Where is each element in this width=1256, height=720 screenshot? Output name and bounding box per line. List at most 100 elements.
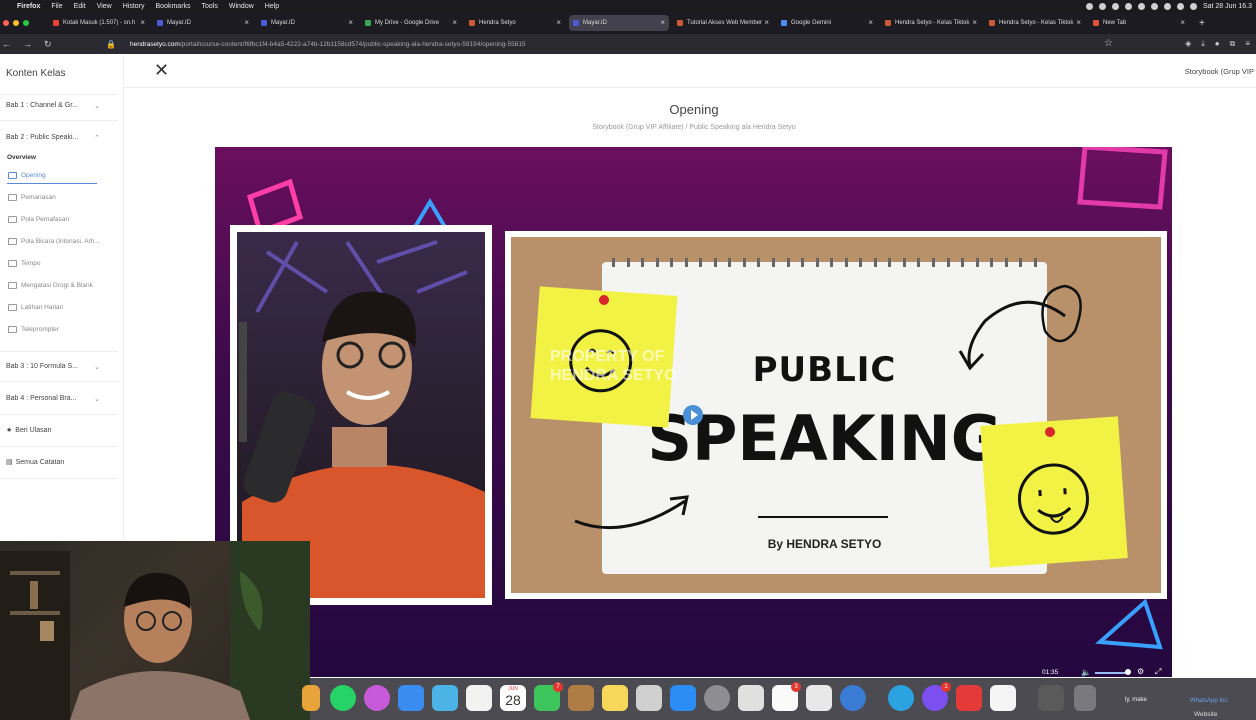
telegram-app-icon[interactable]: [888, 685, 914, 711]
close-tab-icon[interactable]: ×: [764, 18, 769, 27]
close-tab-icon[interactable]: ×: [244, 18, 249, 27]
browser-tab[interactable]: My Drive - Google Drive ×: [361, 15, 461, 31]
chapter-2[interactable]: Bab 2 : Public Speaki... ⌃: [6, 134, 110, 142]
facetime-app-icon[interactable]: 7: [534, 682, 563, 711]
chapter-3[interactable]: Bab 3 : 10 Formula S... ⌄: [6, 363, 110, 371]
lesson-pola-bicara[interactable]: Pola Bicara (Intonasi, Arti...: [8, 238, 99, 245]
chrome-app-icon[interactable]: [302, 685, 320, 711]
reminders-app-icon[interactable]: 3: [772, 682, 801, 711]
reload-icon[interactable]: ↻: [44, 39, 52, 50]
chat-icon[interactable]: [1137, 2, 1145, 10]
settings-gear-icon[interactable]: ⚙: [1137, 667, 1144, 676]
lesson-pola-pernafasan[interactable]: Pola Pernafasan: [8, 216, 69, 223]
cloud-icon[interactable]: [1098, 2, 1106, 10]
close-window-icon[interactable]: [3, 20, 9, 26]
extensions-icon[interactable]: ⧉: [1230, 39, 1236, 49]
overview-link[interactable]: Overview: [7, 154, 36, 161]
close-tab-icon[interactable]: ×: [556, 18, 561, 27]
volume-knob[interactable]: [1125, 669, 1131, 675]
lesson-opening[interactable]: Opening: [8, 172, 46, 179]
play-button[interactable]: [683, 405, 703, 425]
globe-app-icon[interactable]: [840, 685, 866, 711]
fullscreen-icon[interactable]: ⤢: [1155, 667, 1161, 677]
close-tab-icon[interactable]: ×: [868, 18, 873, 27]
maps-app-icon[interactable]: [432, 685, 458, 711]
close-tab-icon[interactable]: ×: [348, 18, 353, 27]
menu-help[interactable]: Help: [265, 3, 279, 10]
close-tab-icon[interactable]: ×: [1180, 18, 1185, 27]
contacts-app-icon[interactable]: [568, 685, 594, 711]
browser-tab[interactable]: Hendra Setyo ×: [465, 15, 565, 31]
battery-icon[interactable]: [1150, 2, 1158, 10]
menu-firefox[interactable]: Firefox: [17, 3, 40, 10]
menu-bookmarks[interactable]: Bookmarks: [156, 3, 191, 10]
phone-mirror-app-icon[interactable]: [738, 685, 764, 711]
volume-slider[interactable]: [1095, 672, 1129, 674]
whatsapp-app-icon[interactable]: [330, 685, 356, 711]
browser-tab[interactable]: New Tab ×: [1089, 15, 1189, 31]
forward-arrow-icon[interactable]: →: [23, 39, 32, 50]
app-store-icon[interactable]: [670, 685, 696, 711]
trash-icon[interactable]: [1074, 685, 1096, 711]
shield-icon[interactable]: [1111, 2, 1119, 10]
browser-tab[interactable]: Google Gemini ×: [777, 15, 877, 31]
browser-tab[interactable]: Mayar.ID ×: [257, 15, 357, 31]
menu-tools[interactable]: Tools: [202, 3, 218, 10]
video-player[interactable]: PUBLIC SPEAKING By HENDRA SETYO PROPERTY…: [215, 147, 1172, 677]
notification-link[interactable]: Website: [1194, 711, 1217, 718]
browser-tab[interactable]: Mayar.ID ×: [569, 15, 669, 31]
calculator-app-icon[interactable]: [636, 685, 662, 711]
menu-history[interactable]: History: [123, 3, 145, 10]
close-tab-icon[interactable]: ×: [1076, 18, 1081, 27]
photos-app-icon[interactable]: [466, 685, 492, 711]
menu-view[interactable]: View: [97, 3, 112, 10]
canva-app-icon[interactable]: 1: [922, 682, 951, 711]
menubar-clock[interactable]: Sat 28 Jun 16.3: [1203, 3, 1252, 10]
lesson-teleprompter[interactable]: Teleprompter: [8, 326, 59, 333]
search-icon[interactable]: [1176, 2, 1184, 10]
close-tab-icon[interactable]: ×: [972, 18, 977, 27]
account-icon[interactable]: ●: [1215, 39, 1220, 49]
download-icon[interactable]: ⤓: [1201, 39, 1205, 49]
flower-app-icon[interactable]: [364, 685, 390, 711]
notes-link[interactable]: ▤ Semua Catatan: [6, 458, 64, 467]
lesson-pemanasan[interactable]: Pemanasan: [8, 194, 56, 201]
browser-tab[interactable]: Hendra Setyo - Kelas Tiktok ×: [881, 15, 981, 31]
volume-icon[interactable]: 🔈: [1081, 668, 1091, 677]
capcut-app-icon[interactable]: [990, 685, 1016, 711]
chapter-4[interactable]: Bab 4 : Personal Bra... ⌄: [6, 395, 110, 403]
menu-edit[interactable]: Edit: [74, 3, 86, 10]
browser-tab[interactable]: Mayar.ID ×: [153, 15, 253, 31]
wifi-icon[interactable]: [1163, 2, 1171, 10]
zoom-window-icon[interactable]: [23, 20, 29, 26]
browser-tab[interactable]: Hendra Setyo - Kelas Tiktok ×: [985, 15, 1085, 31]
menu-window[interactable]: Window: [229, 3, 254, 10]
system-settings-icon[interactable]: [704, 685, 730, 711]
close-tab-icon[interactable]: ×: [660, 18, 665, 27]
calendar-app-icon[interactable]: JUN 28: [500, 685, 526, 711]
menu-icon[interactable]: ≡: [1245, 39, 1250, 49]
lesson-latihan-harian[interactable]: Latihan Harian: [8, 304, 63, 311]
browser-tab[interactable]: Kotak Masuk (1.507) - sn.h ×: [49, 15, 149, 31]
lesson-mengatasi-grogi[interactable]: Mengatasi Grogi & Blank: [8, 282, 93, 289]
back-arrow-icon[interactable]: ←: [2, 39, 11, 50]
status-icon[interactable]: [1085, 2, 1093, 10]
lesson-tempo[interactable]: Tempo: [8, 260, 41, 267]
close-tab-icon[interactable]: ×: [452, 18, 457, 27]
mail-app-icon[interactable]: [398, 685, 424, 711]
pocket-icon[interactable]: ◈: [1185, 39, 1191, 49]
menu-file[interactable]: File: [51, 3, 62, 10]
message-icon[interactable]: [1124, 2, 1132, 10]
minimize-window-icon[interactable]: [13, 20, 19, 26]
new-tab-button[interactable]: +: [1199, 18, 1205, 29]
window-app-icon[interactable]: [1038, 685, 1064, 711]
review-link[interactable]: ★ Beri Ulasan: [6, 426, 51, 435]
bookmark-star-icon[interactable]: ☆: [1104, 38, 1113, 49]
red-app-icon[interactable]: [956, 685, 982, 711]
notes-app-icon[interactable]: [602, 685, 628, 711]
close-icon[interactable]: ✕: [154, 60, 169, 81]
url-field[interactable]: hendrasetyo.com/portal/course-content/f6…: [130, 41, 526, 48]
close-tab-icon[interactable]: ×: [140, 18, 145, 27]
browser-tab[interactable]: Tutorial Akses Web Member ×: [673, 15, 773, 31]
chapter-1[interactable]: Bab 1 : Channel & Gr... ⌄: [6, 102, 110, 110]
